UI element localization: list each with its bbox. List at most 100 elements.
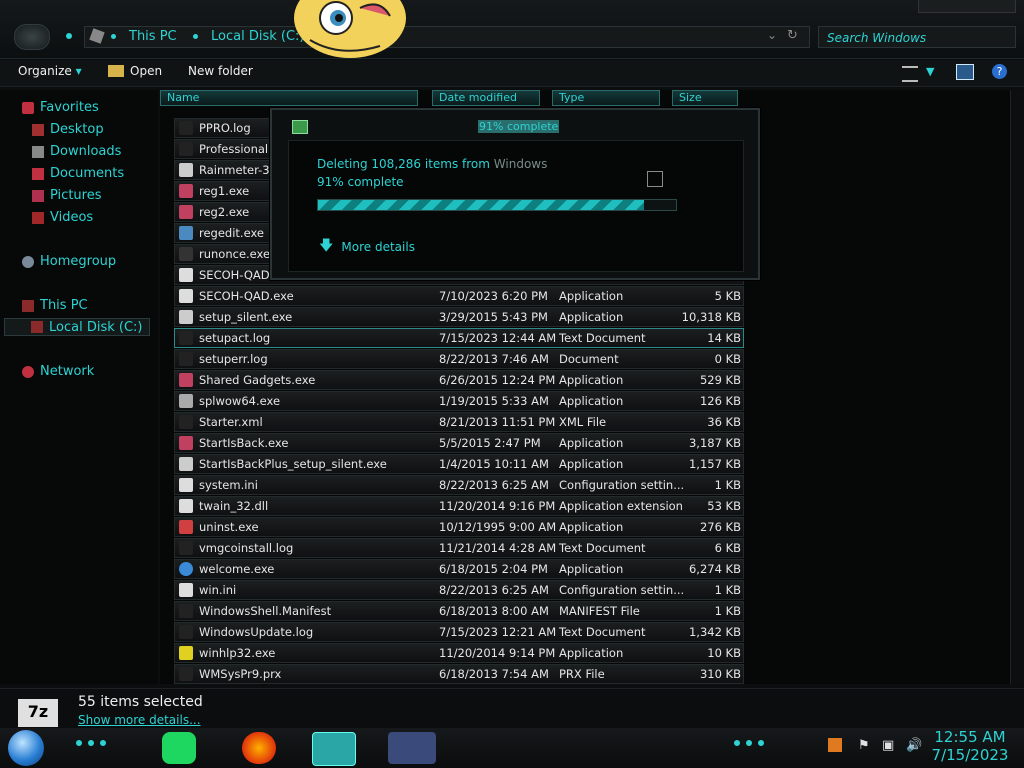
- nav-favorites[interactable]: Favorites: [22, 100, 99, 115]
- file-date: 8/22/2013 6:25 AM: [439, 583, 549, 597]
- table-row[interactable]: Starter.xml 8/21/2013 11:51 PM XML File 36 …: [174, 412, 744, 432]
- organize-button[interactable]: Organize ▾: [18, 64, 82, 78]
- file-type: Application: [559, 289, 624, 303]
- table-row[interactable]: setuperr.log 8/22/2013 7:46 AM Document 0 K…: [174, 349, 744, 369]
- file-icon: [179, 121, 193, 135]
- chevron-down-icon[interactable]: ▼: [926, 65, 934, 78]
- clock-date: 7/15/2023: [931, 746, 1009, 764]
- table-row[interactable]: win.ini 8/22/2013 6:25 AM Configuration se…: [174, 580, 744, 600]
- dll-icon: [179, 499, 193, 513]
- nav-network[interactable]: Network: [22, 364, 94, 379]
- help-icon[interactable]: ?: [992, 64, 1007, 79]
- selection-count: 55 items selected: [78, 694, 203, 710]
- search-input[interactable]: [825, 30, 1009, 46]
- column-header-name[interactable]: Name: [160, 90, 418, 106]
- table-row[interactable]: Shared Gadgets.exe 6/26/2015 12:24 PM Appl…: [174, 370, 744, 390]
- breadcrumb-this-pc[interactable]: This PC: [129, 29, 177, 44]
- control-panel-icon[interactable]: [388, 732, 436, 764]
- printer-icon: [179, 394, 193, 408]
- table-row[interactable]: StartIsBackPlus_setup_silent.exe 1/4/2015…: [174, 454, 744, 474]
- file-date: 6/18/2013 8:00 AM: [439, 604, 549, 618]
- refresh-icon[interactable]: ↻: [787, 28, 798, 43]
- nav-documents[interactable]: Documents: [32, 166, 124, 181]
- table-row[interactable]: WMSysPr9.prx 6/18/2013 7:54 AM PRX File 310…: [174, 664, 744, 684]
- nav-label: Local Disk (C:): [49, 319, 143, 335]
- folder-icon: [108, 65, 124, 77]
- more-details-button[interactable]: 🡇 More details: [319, 235, 415, 259]
- table-row[interactable]: system.ini 8/22/2013 6:25 AM Configuration…: [174, 475, 744, 495]
- file-date: 10/12/1995 9:00 AM: [439, 520, 557, 534]
- file-explorer-icon[interactable]: [312, 732, 356, 766]
- vertical-scrollbar[interactable]: [1010, 90, 1024, 684]
- arrow-down-icon: 🡇: [319, 238, 334, 254]
- view-options-icon[interactable]: [902, 66, 918, 82]
- videos-icon: [32, 211, 44, 224]
- new-folder-button[interactable]: New folder: [188, 64, 253, 78]
- tray-app-icon[interactable]: [828, 738, 842, 752]
- config-file-icon: [179, 583, 193, 597]
- table-row[interactable]: WindowsShell.Manifest 6/18/2013 8:00 AM MA…: [174, 601, 744, 621]
- address-bar[interactable]: This PC Local Disk (C:) ⌄ ↻: [84, 26, 810, 48]
- file-type: Application: [559, 457, 624, 471]
- file-date: 7/15/2023 12:44 AM: [439, 331, 557, 345]
- nav-label: Network: [40, 364, 95, 379]
- search-box[interactable]: [818, 26, 1016, 48]
- file-type: XML File: [559, 415, 607, 429]
- column-header-type[interactable]: Type: [552, 90, 660, 106]
- table-row[interactable]: WindowsUpdate.log 7/15/2023 12:21 AM Text …: [174, 622, 744, 642]
- file-name: winhlp32.exe: [199, 646, 276, 660]
- file-name: Starter.xml: [199, 415, 263, 429]
- nav-this-pc[interactable]: This PC: [22, 298, 88, 313]
- show-more-details-link[interactable]: Show more details...: [78, 713, 201, 727]
- file-name: uninst.exe: [199, 520, 259, 534]
- file-type: Text Document: [559, 541, 646, 555]
- application-icon: [179, 436, 193, 450]
- file-name: twain_32.dll: [199, 499, 269, 513]
- table-row[interactable]: splwow64.exe 1/19/2015 5:33 AM Application…: [174, 391, 744, 411]
- column-headers: Name Date modified Type Size: [160, 90, 1010, 110]
- nav-downloads[interactable]: Downloads: [32, 144, 121, 159]
- window-controls[interactable]: [918, 0, 1016, 13]
- cancel-button[interactable]: [647, 171, 663, 187]
- column-header-size[interactable]: Size: [672, 90, 738, 106]
- table-row[interactable]: welcome.exe 6/18/2015 2:04 PM Application 6…: [174, 559, 744, 579]
- back-forward-orb[interactable]: [14, 24, 50, 50]
- table-row[interactable]: setup_silent.exe 3/29/2015 5:43 PM Applica…: [174, 307, 744, 327]
- progress-fill: [318, 200, 644, 210]
- table-row[interactable]: twain_32.dll 11/20/2014 9:16 PM Applicatio…: [174, 496, 744, 516]
- table-row[interactable]: winhlp32.exe 11/20/2014 9:14 PM Applicatio…: [174, 643, 744, 663]
- file-date: 6/18/2013 7:54 AM: [439, 667, 549, 681]
- nav-local-disk[interactable]: Local Disk (C:): [4, 318, 150, 336]
- open-button[interactable]: Open: [108, 64, 162, 78]
- file-size: 53 KB: [707, 499, 741, 513]
- firefox-icon[interactable]: [242, 732, 276, 764]
- nav-pictures[interactable]: Pictures: [32, 188, 101, 203]
- file-name: Professional.x: [199, 142, 279, 156]
- clock[interactable]: 12:55 AM 7/15/2023: [930, 728, 1010, 764]
- table-row[interactable]: vmgcoinstall.log 11/21/2014 4:28 AM Text D…: [174, 538, 744, 558]
- nav-desktop[interactable]: Desktop: [32, 122, 104, 137]
- file-date: 8/21/2013 11:51 PM: [439, 415, 556, 429]
- progress-bar: [317, 199, 677, 211]
- file-type: Document: [559, 352, 619, 366]
- network-icon[interactable]: ▣: [882, 738, 894, 753]
- table-row[interactable]: StartIsBack.exe 5/5/2015 2:47 PM Applicati…: [174, 433, 744, 453]
- nav-videos[interactable]: Videos: [32, 210, 93, 225]
- table-row[interactable]: uninst.exe 10/12/1995 9:00 AM Application 2…: [174, 517, 744, 537]
- file-name: reg2.exe: [199, 205, 250, 219]
- volume-icon[interactable]: 🔊: [906, 738, 922, 753]
- config-file-icon: [179, 478, 193, 492]
- notes-app-icon[interactable]: [162, 732, 196, 764]
- flag-icon[interactable]: ⚑: [858, 738, 870, 753]
- chevron-down-icon[interactable]: ⌄: [767, 28, 777, 42]
- preview-pane-icon[interactable]: [956, 64, 974, 80]
- column-header-date[interactable]: Date modified: [432, 90, 540, 106]
- file-type: Application: [559, 436, 624, 450]
- start-orb[interactable]: [8, 730, 44, 766]
- file-name: welcome.exe: [199, 562, 275, 576]
- file-type: PRX File: [559, 667, 605, 681]
- table-row[interactable]: setupact.log 7/15/2023 12:44 AM Text Docum…: [174, 328, 744, 348]
- table-row[interactable]: SECOH-QAD.exe 7/10/2023 6:20 PM Applicatio…: [174, 286, 744, 306]
- nav-homegroup[interactable]: Homegroup: [22, 254, 116, 269]
- nav-label: Pictures: [50, 188, 102, 203]
